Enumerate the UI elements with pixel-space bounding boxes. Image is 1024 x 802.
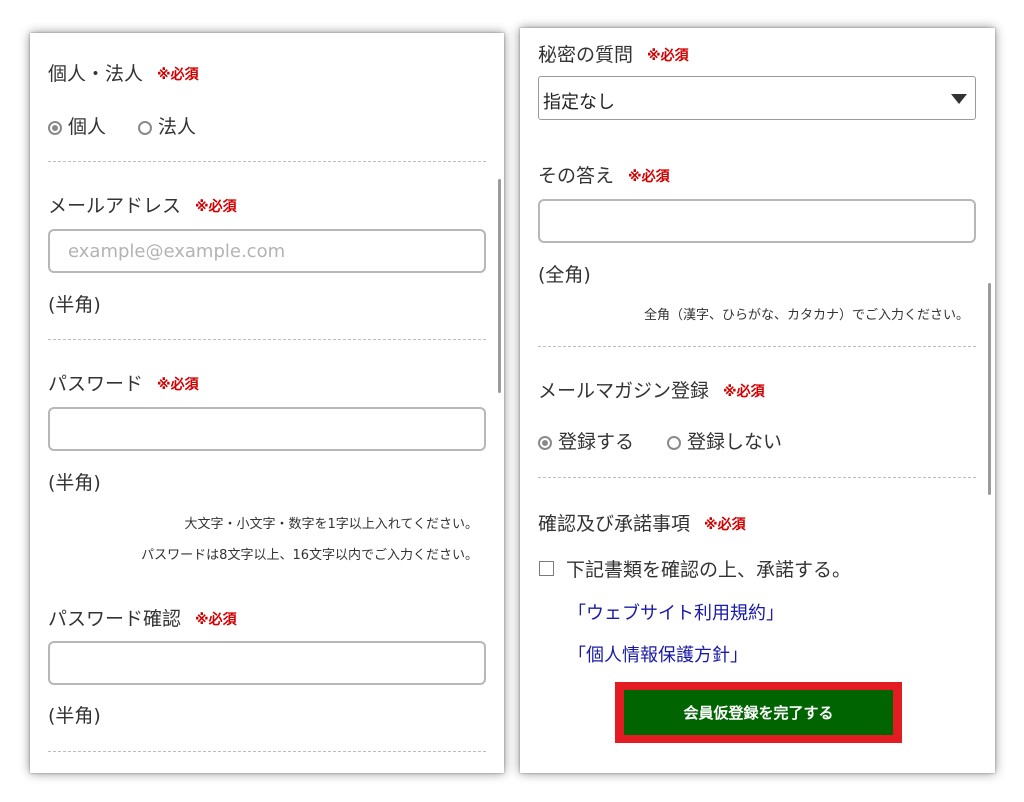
password-confirm-field-label: パスワード確認 ※必須 bbox=[48, 604, 237, 631]
password-confirm-label: パスワード確認 bbox=[48, 608, 182, 630]
password-confirm-input[interactable] bbox=[48, 641, 486, 685]
radio-unchecked-icon bbox=[667, 436, 681, 450]
complete-registration-button[interactable]: 会員仮登録を完了する bbox=[624, 690, 893, 735]
radio-individual[interactable]: 個人 bbox=[48, 112, 106, 139]
radio-unsubscribe-label: 登録しない bbox=[687, 431, 783, 453]
registration-form-right-panel: 秘密の質問 ※必須 指定なし その答え ※必須 (全角) 全角（漢字、ひらがな、カタ… bbox=[520, 28, 995, 773]
scrollbar[interactable] bbox=[988, 283, 991, 495]
entity-type-label: 個人・法人 bbox=[48, 63, 144, 85]
newsletter-field-label: メールマガジン登録 ※必須 bbox=[538, 376, 765, 403]
agreement-checkbox[interactable] bbox=[539, 561, 554, 576]
radio-subscribe[interactable]: 登録する bbox=[538, 427, 634, 454]
radio-corporation-label: 法人 bbox=[158, 116, 197, 138]
privacy-policy-link[interactable]: 「個人情報保護方針」 bbox=[568, 641, 748, 667]
registration-form-left-panel: 個人・法人※必須 個人 法人 メールアドレス※必須 (半角) パスワード※必須 … bbox=[30, 33, 504, 773]
required-badge: ※必須 bbox=[195, 612, 237, 628]
agreement-label: 確認及び承諾事項 bbox=[538, 513, 691, 535]
required-badge: ※必須 bbox=[157, 67, 199, 83]
password-hint: (半角) bbox=[48, 472, 101, 494]
radio-checked-icon bbox=[48, 121, 62, 135]
secret-question-select[interactable]: 指定なし bbox=[538, 76, 976, 120]
required-badge: ※必須 bbox=[157, 377, 199, 393]
section-divider bbox=[538, 477, 976, 478]
radio-unchecked-icon bbox=[138, 121, 152, 135]
email-label: メールアドレス bbox=[48, 195, 182, 217]
answer-hint: (全角) bbox=[538, 264, 591, 286]
secret-question-label: 秘密の質問 bbox=[538, 44, 634, 66]
terms-of-use-link[interactable]: 「ウェブサイト利用規約」 bbox=[568, 599, 784, 625]
answer-field-label: その答え ※必須 bbox=[538, 161, 670, 188]
required-badge: ※必須 bbox=[195, 199, 237, 215]
email-hint: (半角) bbox=[48, 294, 101, 316]
secret-question-selected-value: 指定なし bbox=[543, 92, 615, 113]
radio-unsubscribe[interactable]: 登録しない bbox=[667, 427, 782, 454]
secret-question-field-label: 秘密の質問 ※必須 bbox=[538, 40, 689, 67]
password-confirm-hint: (半角) bbox=[48, 705, 101, 727]
password-input[interactable] bbox=[48, 407, 486, 451]
section-divider bbox=[538, 346, 976, 347]
answer-note: 全角（漢字、ひらがな、カタカナ）でご入力ください。 bbox=[643, 308, 969, 323]
section-divider bbox=[48, 751, 486, 752]
password-label: パスワード bbox=[48, 373, 144, 395]
required-badge: ※必須 bbox=[628, 169, 670, 185]
radio-corporation[interactable]: 法人 bbox=[138, 112, 196, 139]
password-rule-note: 大文字・小文字・数字を1字以上入れてください。 bbox=[184, 517, 479, 532]
required-badge: ※必須 bbox=[647, 48, 689, 64]
agreement-field-label: 確認及び承諾事項 ※必須 bbox=[538, 509, 746, 536]
email-input[interactable] bbox=[48, 229, 486, 273]
section-divider bbox=[48, 161, 486, 162]
scrollbar[interactable] bbox=[498, 179, 501, 393]
section-divider bbox=[48, 339, 486, 340]
required-badge: ※必須 bbox=[704, 517, 746, 533]
answer-input[interactable] bbox=[538, 199, 976, 243]
radio-subscribe-label: 登録する bbox=[558, 431, 635, 453]
radio-individual-label: 個人 bbox=[68, 116, 107, 138]
newsletter-label: メールマガジン登録 bbox=[538, 380, 710, 402]
radio-checked-icon bbox=[538, 436, 552, 450]
password-length-note: パスワードは8文字以上、16文字以内でご入力ください。 bbox=[141, 548, 478, 563]
dropdown-caret-icon bbox=[951, 94, 967, 104]
answer-label: その答え bbox=[538, 165, 615, 187]
required-badge: ※必須 bbox=[723, 384, 765, 400]
password-field-label: パスワード ※必須 bbox=[48, 369, 199, 396]
entity-type-field-label: 個人・法人 ※必須 bbox=[48, 59, 199, 86]
email-field-label: メールアドレス ※必須 bbox=[48, 191, 237, 218]
agreement-checkbox-label[interactable]: 下記書類を確認の上、承諾する。 bbox=[566, 555, 851, 582]
